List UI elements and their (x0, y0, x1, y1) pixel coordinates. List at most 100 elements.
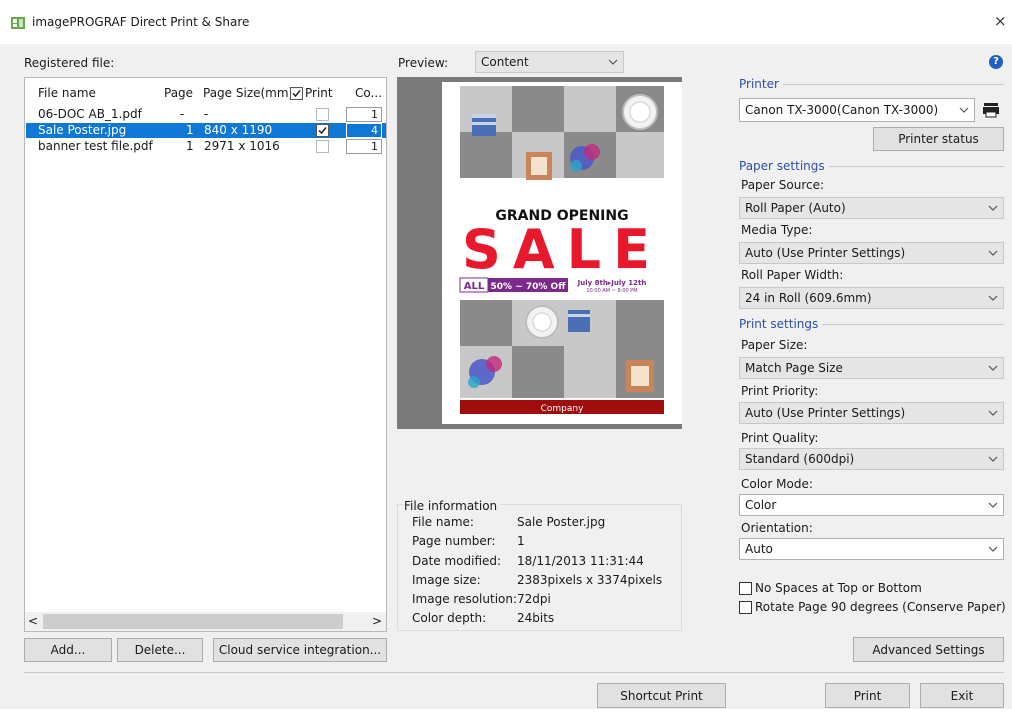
chevron-down-icon (988, 502, 998, 508)
color-mode-label: Color Mode: (741, 477, 813, 491)
close-icon[interactable]: × (994, 12, 1007, 30)
media-type-label: Media Type: (741, 223, 813, 237)
image-size-label: Image size: (412, 573, 481, 587)
chevron-down-icon (988, 205, 998, 211)
roll-paper-width-label: Roll Paper Width: (741, 268, 844, 282)
file-list[interactable]: File name Page Page Size(mm) Print Co...… (24, 77, 387, 632)
chevron-down-icon (988, 295, 998, 301)
cloud-service-integration-button[interactable]: Cloud service integration... (213, 638, 387, 662)
poster-all-text: ALL (464, 281, 485, 292)
print-priority-label: Print Priority: (741, 384, 819, 398)
page-size-cell: 840 x 1190 (204, 123, 273, 137)
page-size-cell: 2971 x 1016 (204, 139, 280, 153)
bottom-separator (24, 672, 1004, 673)
print-priority-select[interactable]: Auto (Use Printer Settings) (739, 402, 1004, 424)
column-header-print[interactable]: Print (305, 85, 333, 101)
preview-label: Preview: (398, 56, 449, 70)
print-checkbox-checked[interactable] (316, 124, 329, 137)
chevron-down-icon (988, 250, 998, 256)
preview-pane: GRAND OPENING SALE ALL 50% ~ 70% Off Jul… (397, 77, 682, 429)
printer-select[interactable]: Canon TX-3000(Canon TX-3000) (739, 98, 975, 122)
copies-field[interactable]: 1 (346, 107, 382, 122)
poster-sale-text: SALE (462, 218, 662, 281)
poster-footer-text: Company (541, 404, 584, 414)
print-checkbox[interactable] (316, 140, 329, 153)
scroll-left-icon[interactable]: < (28, 613, 38, 630)
media-type-select[interactable]: Auto (Use Printer Settings) (739, 242, 1004, 264)
no-spaces-label[interactable]: No Spaces at Top or Bottom (755, 580, 922, 596)
roll-paper-width-select[interactable]: 24 in Roll (609.6mm) (739, 287, 1004, 309)
date-modified-value: 18/11/2013 11:31:44 (517, 554, 644, 568)
paper-size-select[interactable]: Match Page Size (739, 357, 1004, 379)
page-size-cell: - (204, 107, 209, 121)
print-quality-value: Standard (600dpi) (745, 452, 855, 466)
exit-button[interactable]: Exit (920, 683, 1004, 708)
print-quality-select[interactable]: Standard (600dpi) (739, 448, 1004, 470)
add-button[interactable]: Add... (24, 638, 112, 662)
paper-source-select[interactable]: Roll Paper (Auto) (739, 197, 1004, 219)
chevron-down-icon (959, 107, 969, 113)
poster-artwork: GRAND OPENING SALE ALL 50% ~ 70% Off Jul… (459, 86, 664, 414)
page-cell: - (180, 107, 185, 121)
orientation-select[interactable]: Auto (739, 538, 1004, 560)
image-resolution-label: Image resolution: (412, 592, 518, 606)
print-button[interactable]: Print (825, 683, 910, 708)
registered-file-label: Registered file: (24, 56, 115, 70)
table-row-selected[interactable]: Sale Poster.jpg 1 840 x 1190 4 (26, 123, 386, 138)
no-spaces-checkbox[interactable] (739, 582, 752, 595)
orientation-label: Orientation: (741, 521, 813, 535)
preview-mode-value: Content (481, 55, 529, 69)
copies-field[interactable]: 1 (346, 139, 382, 154)
print-settings-group-title: Print settings (739, 317, 823, 331)
paper-settings-group-title: Paper settings (739, 159, 829, 173)
column-header-page[interactable]: Page (164, 85, 193, 101)
paper-source-label: Paper Source: (741, 178, 825, 192)
color-mode-value: Color (745, 498, 777, 512)
print-priority-value: Auto (Use Printer Settings) (745, 406, 906, 420)
copies-field[interactable]: 4 (346, 123, 382, 138)
file-name-cell: Sale Poster.jpg (38, 123, 127, 137)
advanced-settings-button[interactable]: Advanced Settings (853, 637, 1004, 662)
page-cell: 1 (186, 123, 194, 137)
paper-size-label: Paper Size: (741, 338, 808, 352)
printer-group-title: Printer (739, 77, 783, 91)
chevron-down-icon (988, 410, 998, 416)
file-name-cell: 06-DOC AB_1.pdf (38, 107, 142, 121)
paper-size-value: Match Page Size (745, 361, 843, 375)
printer-icon[interactable] (980, 99, 1002, 121)
media-type-value: Auto (Use Printer Settings) (745, 246, 906, 260)
page-number-value: 1 (517, 534, 525, 548)
column-header-page-size[interactable]: Page Size(mm) (203, 85, 293, 101)
print-checkbox[interactable] (316, 108, 329, 121)
preview-mode-select[interactable]: Content (475, 51, 624, 73)
print-all-checkbox[interactable] (290, 87, 303, 100)
column-header-file-name[interactable]: File name (38, 85, 96, 101)
scroll-right-icon[interactable]: > (372, 613, 382, 630)
page-number-label: Page number: (412, 534, 496, 548)
file-information-title: File information (404, 498, 501, 514)
scrollbar-thumb[interactable] (43, 614, 343, 629)
chevron-down-icon (608, 59, 618, 65)
date-modified-label: Date modified: (412, 554, 502, 568)
delete-button[interactable]: Delete... (117, 638, 203, 662)
image-resolution-value: 72dpi (517, 592, 551, 606)
printer-select-value: Canon TX-3000(Canon TX-3000) (745, 103, 939, 117)
file-name-label: File name: (412, 515, 474, 529)
help-icon[interactable]: ? (989, 55, 1003, 69)
rotate-page-label[interactable]: Rotate Page 90 degrees (Conserve Paper) (755, 599, 1006, 615)
column-header-copies[interactable]: Co... (355, 85, 382, 101)
printer-status-button[interactable]: Printer status (873, 127, 1004, 151)
file-name-cell: banner test file.pdf (38, 139, 153, 153)
orientation-value: Auto (745, 542, 773, 556)
paper-source-value: Roll Paper (Auto) (745, 201, 846, 215)
table-row[interactable]: 06-DOC AB_1.pdf - - 1 (26, 107, 386, 122)
color-mode-select[interactable]: Color (739, 494, 1004, 516)
window-bottom-edge (0, 709, 1012, 717)
horizontal-scrollbar[interactable]: < > (25, 612, 386, 631)
table-row[interactable]: banner test file.pdf 1 2971 x 1016 1 (26, 139, 386, 154)
color-depth-label: Color depth: (412, 611, 487, 625)
poster-discount-text: 50% ~ 70% Off (491, 282, 567, 292)
shortcut-print-button[interactable]: Shortcut Print (597, 683, 726, 708)
rotate-page-checkbox[interactable] (739, 601, 752, 614)
chevron-down-icon (988, 365, 998, 371)
